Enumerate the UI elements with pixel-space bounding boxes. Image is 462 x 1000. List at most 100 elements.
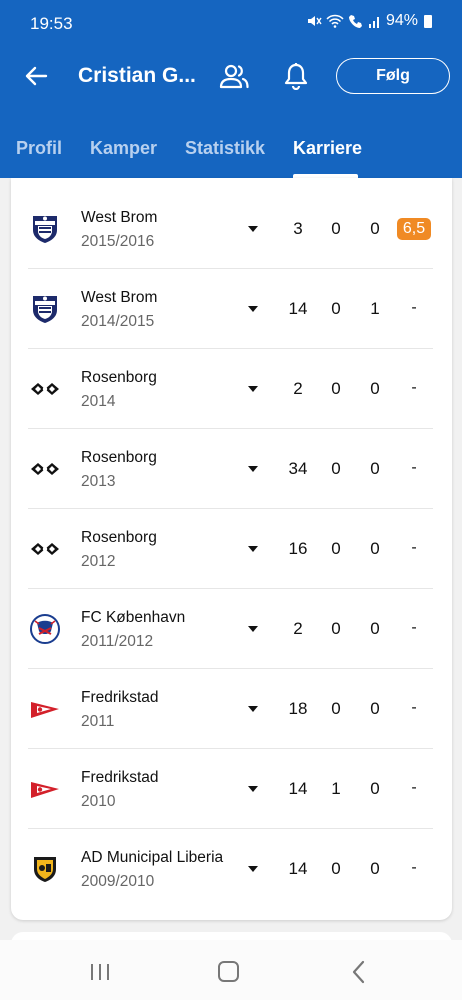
- club-name: FC København: [81, 609, 186, 626]
- club-name: Rosenborg: [81, 529, 157, 546]
- career-row[interactable]: Fredrikstad 2010 14 1 0 -: [11, 749, 452, 829]
- club-name: West Brom: [81, 289, 158, 306]
- status-time: 19:53: [30, 14, 73, 33]
- club-name: West Brom: [81, 209, 158, 226]
- career-list: West Brom 2015/2016 3 0 0 6,5 West Brom …: [11, 178, 452, 920]
- mute-icon: [307, 16, 322, 26]
- assists: 0: [370, 539, 380, 558]
- caret-down-icon[interactable]: [248, 706, 258, 712]
- caret-down-icon[interactable]: [248, 386, 258, 392]
- home-icon[interactable]: [218, 961, 239, 982]
- appearances: 16: [288, 539, 308, 558]
- caret-down-icon[interactable]: [248, 546, 258, 552]
- appearances: 14: [288, 779, 308, 798]
- tab-bar: Profil Kamper Statistikk Karriere: [0, 132, 462, 178]
- assists: 0: [370, 699, 380, 718]
- fredrikstad-logo: [31, 702, 59, 718]
- season: 2013: [81, 473, 116, 490]
- rating: -: [411, 859, 417, 876]
- caret-down-icon[interactable]: [248, 866, 258, 872]
- rosenborg-logo: [31, 543, 59, 555]
- recent-apps-icon[interactable]: [89, 963, 111, 981]
- rating: -: [411, 779, 417, 796]
- battery-icon: [424, 14, 432, 28]
- tab-profil[interactable]: Profil: [16, 138, 62, 159]
- status-bar: 19:53 94%: [0, 0, 462, 46]
- goals: 0: [331, 619, 341, 638]
- rating: -: [411, 459, 417, 476]
- assists: 0: [370, 619, 380, 638]
- career-row[interactable]: Rosenborg 2013 34 0 0 -: [11, 429, 452, 509]
- assists: 0: [370, 779, 380, 798]
- career-row[interactable]: Rosenborg 2014 2 0 0 -: [11, 349, 452, 429]
- career-row[interactable]: Rosenborg 2012 16 0 0 -: [11, 509, 452, 589]
- rating-badge: 6,5: [397, 218, 431, 240]
- caret-down-icon[interactable]: [248, 786, 258, 792]
- rosenborg-logo: [31, 463, 59, 475]
- goals: 0: [331, 459, 341, 478]
- appearances: 3: [293, 219, 303, 238]
- club-name: AD Municipal Liberia: [81, 849, 224, 866]
- appearances: 14: [288, 859, 308, 878]
- tab-karriere[interactable]: Karriere: [293, 138, 362, 159]
- goals: 0: [331, 859, 341, 878]
- rating: -: [411, 379, 417, 396]
- page-title: Cristian G...: [78, 64, 196, 87]
- goals: 0: [331, 699, 341, 718]
- nav-back-icon[interactable]: [350, 960, 366, 984]
- notification-bell-icon[interactable]: [283, 62, 309, 90]
- rosenborg-logo: [31, 383, 59, 395]
- goals: 1: [331, 779, 341, 798]
- club-name: Rosenborg: [81, 449, 157, 466]
- signal-icon: [368, 17, 379, 28]
- career-row[interactable]: AD Municipal Liberia 2009/2010 14 0 0 -: [11, 829, 452, 909]
- rating: -: [411, 619, 417, 636]
- west-brom-logo: [33, 296, 57, 323]
- career-row[interactable]: West Brom 2014/2015 14 0 1 -: [11, 269, 452, 349]
- follow-button[interactable]: Følg: [336, 58, 450, 94]
- season: 2014: [81, 393, 116, 410]
- caret-down-icon[interactable]: [248, 226, 258, 232]
- club-name: Fredrikstad: [81, 769, 159, 786]
- season: 2011: [81, 713, 115, 730]
- career-row[interactable]: West Brom 2015/2016 3 0 0 6,5: [11, 189, 452, 269]
- rating: -: [411, 699, 417, 716]
- battery-percent: 94%: [385, 12, 418, 29]
- appearances: 2: [293, 379, 303, 398]
- rating: -: [411, 299, 417, 316]
- season: 2012: [81, 553, 116, 570]
- squad-icon[interactable]: [218, 62, 250, 90]
- back-arrow-icon[interactable]: [22, 62, 50, 90]
- assists: 0: [370, 219, 380, 238]
- toolbar: Cristian G... Følg: [0, 52, 462, 100]
- season: 2014/2015: [81, 313, 155, 330]
- west-brom-logo: [33, 216, 57, 243]
- fredrikstad-logo: [31, 782, 59, 798]
- goals: 0: [331, 379, 341, 398]
- goals: 0: [331, 539, 341, 558]
- season: 2015/2016: [81, 233, 155, 250]
- system-nav-bar: [0, 940, 462, 1000]
- assists: 0: [370, 379, 380, 398]
- appearances: 34: [288, 459, 308, 478]
- appearances: 18: [288, 699, 308, 718]
- season: 2010: [81, 793, 116, 810]
- fc-kobenhavn-logo: [30, 614, 60, 644]
- wifi-icon: [326, 14, 344, 28]
- caret-down-icon[interactable]: [248, 466, 258, 472]
- club-name: Fredrikstad: [81, 689, 159, 706]
- career-row[interactable]: FC København 2011/2012 2 0 0 -: [11, 589, 452, 669]
- rating: -: [411, 539, 417, 556]
- appearances: 14: [288, 299, 308, 318]
- status-icons: 94%: [306, 12, 432, 30]
- season: 2011/2012: [81, 633, 154, 650]
- app-header: 19:53 94% Cristian G... Følg Profil Kamp…: [0, 0, 462, 178]
- tab-statistikk[interactable]: Statistikk: [185, 138, 265, 159]
- goals: 0: [331, 299, 341, 318]
- career-row[interactable]: Fredrikstad 2011 18 0 0 -: [11, 669, 452, 749]
- caret-down-icon[interactable]: [248, 306, 258, 312]
- caret-down-icon[interactable]: [248, 626, 258, 632]
- assists: 0: [370, 859, 380, 878]
- goals: 0: [331, 219, 341, 238]
- tab-kamper[interactable]: Kamper: [90, 138, 157, 159]
